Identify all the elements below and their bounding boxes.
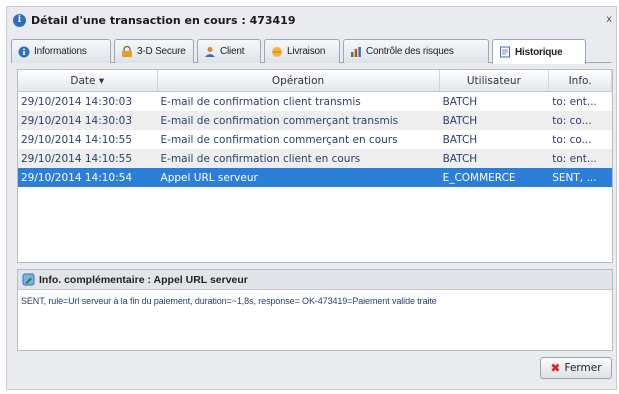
cell-info: to: co... [552, 133, 592, 146]
cell-user: E_COMMERCE [442, 171, 516, 184]
info-panel-header: Info. complémentaire : Appel URL serveur [18, 270, 612, 290]
cell-operation: Appel URL serveur [160, 171, 258, 184]
title-bar[interactable]: i Détail d'une transaction en cours : 47… [7, 7, 616, 33]
tab-historique[interactable]: Historique [492, 39, 586, 64]
close-button[interactable]: ✖ Fermer [540, 357, 612, 379]
tab-label: Client [220, 46, 245, 57]
tab-livraison[interactable]: Livraison [264, 39, 340, 63]
cell-user: BATCH [442, 114, 478, 127]
additional-info-panel: Info. complémentaire : Appel URL serveur… [17, 269, 613, 351]
window-close-button[interactable]: x [606, 14, 612, 25]
close-icon: ✖ [550, 361, 561, 375]
table-row[interactable]: 29/10/2014 14:10:55 E-mail de confirmati… [18, 130, 612, 149]
tab-label: Contrôle des risques [366, 46, 454, 57]
cell-date: 29/10/2014 14:10:55 [21, 152, 133, 165]
cell-info: to: co... [552, 114, 592, 127]
cell-operation: E-mail de confirmation commerçant transm… [160, 114, 399, 127]
history-grid: Date ▾ Opération Utilisateur Info. 29/10… [17, 69, 613, 263]
close-button-label: Fermer [564, 362, 602, 374]
info-panel-title: Info. complémentaire : Appel URL serveur [39, 273, 248, 286]
column-header-info[interactable]: Info. [549, 70, 612, 91]
cell-operation: E-mail de confirmation client transmis [160, 95, 361, 108]
cell-user: BATCH [442, 95, 478, 108]
cell-date: 29/10/2014 14:30:03 [21, 95, 133, 108]
chart-icon [349, 45, 362, 58]
user-icon [203, 45, 216, 58]
cell-info: to: ent... [552, 152, 597, 165]
cell-info: SENT, ... [552, 171, 597, 184]
note-icon [22, 273, 35, 286]
column-header-operation[interactable]: Opération [158, 70, 440, 91]
table-row[interactable]: 29/10/2014 14:30:03 E-mail de confirmati… [18, 92, 612, 111]
tab-label: 3-D Secure [137, 46, 186, 57]
info-icon [17, 45, 30, 58]
table-row-selected[interactable]: 29/10/2014 14:10:54 Appel URL serveur E_… [18, 168, 612, 187]
column-header-user[interactable]: Utilisateur [440, 70, 550, 91]
tab-informations[interactable]: Informations [11, 39, 111, 63]
tab-label: Livraison [287, 46, 326, 57]
cell-user: BATCH [442, 133, 478, 146]
tab-controle-risques[interactable]: Contrôle des risques [343, 39, 489, 63]
cell-user: BATCH [442, 152, 478, 165]
delivery-icon [270, 45, 283, 58]
table-row[interactable]: 29/10/2014 14:30:03 E-mail de confirmati… [18, 111, 612, 130]
window-title: Détail d'une transaction en cours : 4734… [31, 13, 296, 27]
tab-label: Informations [34, 46, 87, 57]
tab-client[interactable]: Client [197, 39, 261, 63]
cell-date: 29/10/2014 14:30:03 [21, 114, 133, 127]
info-icon: i [13, 13, 26, 27]
cell-info: to: ent... [552, 95, 597, 108]
grid-header: Date ▾ Opération Utilisateur Info. [18, 70, 612, 92]
table-row[interactable]: 29/10/2014 14:10:55 E-mail de confirmati… [18, 149, 612, 168]
transaction-detail-window: i Détail d'une transaction en cours : 47… [6, 6, 617, 390]
cell-date: 29/10/2014 14:10:55 [21, 133, 133, 146]
history-icon [498, 46, 511, 59]
tab-label: Historique [515, 46, 563, 58]
tab-bar: Informations 3-D Secure Client Livraison… [11, 39, 611, 64]
cell-operation: E-mail de confirmation client en cours [160, 152, 361, 165]
info-panel-body: SENT, rule=Url serveur à la fin du paiem… [21, 296, 437, 306]
column-header-date[interactable]: Date ▾ [18, 70, 158, 91]
secure-icon [120, 45, 133, 58]
cell-operation: E-mail de confirmation commerçant en cou… [160, 133, 398, 146]
tab-3d-secure[interactable]: 3-D Secure [114, 39, 194, 63]
cell-date: 29/10/2014 14:10:54 [21, 171, 133, 184]
